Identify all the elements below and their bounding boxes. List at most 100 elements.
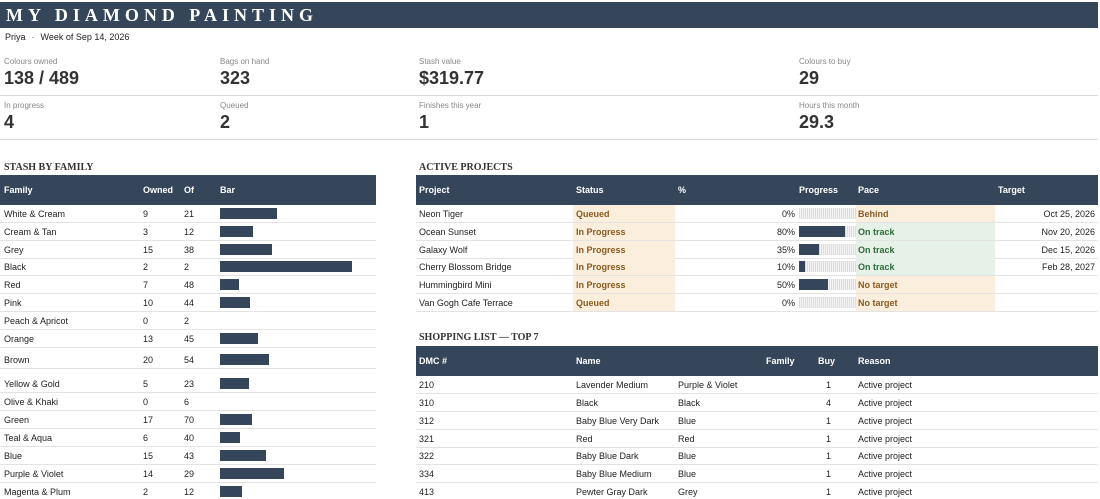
owned-ratio-bar	[220, 297, 250, 308]
of-cell: 2	[184, 262, 190, 272]
progress-bar	[799, 297, 856, 308]
table-row: 210 Lavender Medium Purple & Violet 1 Active…	[416, 376, 1098, 394]
col-dmc: DMC #	[419, 356, 448, 366]
target-date: Dec 15, 2026	[1041, 245, 1095, 255]
owned-cell: 9	[143, 209, 149, 219]
table-row: 321 Red Red 1 Active project	[416, 430, 1098, 448]
shopping-heading: SHOPPING LIST — TOP 7	[419, 332, 539, 343]
table-row: Cream & Tan 3 12	[0, 223, 376, 241]
owned-cell: 6	[143, 433, 149, 443]
target-date: Oct 25, 2026	[1043, 209, 1095, 219]
kpi-value: 4	[4, 112, 15, 132]
reason-cell: Active project	[858, 380, 913, 390]
family-cell: White & Cream	[4, 209, 66, 219]
kpi-value: 2	[220, 112, 231, 132]
col-family: Family	[4, 185, 33, 195]
owned-ratio-bar	[220, 432, 240, 443]
status-badge: Queued	[576, 209, 610, 219]
family-cell: Blue	[4, 451, 23, 461]
table-row: Black 2 2	[0, 258, 376, 276]
of-cell: 12	[184, 227, 195, 237]
projects-heading: ACTIVE PROJECTS	[419, 162, 513, 173]
owned-ratio-bar	[220, 226, 253, 237]
table-row: 334 Baby Blue Medium Blue 1 Active project	[416, 465, 1098, 483]
family-cell: Olive & Khaki	[4, 397, 59, 407]
owned-cell: 14	[143, 469, 154, 479]
owned-cell: 20	[143, 355, 154, 365]
progress-fill	[799, 279, 828, 290]
col-progress: Progress	[799, 185, 839, 195]
reason-cell: Active project	[858, 487, 913, 497]
percent-cell: 35%	[776, 245, 795, 255]
dmc-code: 322	[419, 451, 435, 461]
buy-qty: 1	[825, 416, 831, 426]
project-name: Hummingbird Mini	[419, 280, 492, 290]
owned-ratio-bar	[220, 279, 239, 290]
kpi-value: $319.77	[419, 68, 485, 88]
kpi-label: Bags on hand	[220, 57, 270, 66]
table-row: Blue 15 43	[0, 447, 376, 465]
of-cell: 29	[184, 469, 195, 479]
reason-cell: Active project	[858, 451, 913, 461]
buy-qty: 4	[825, 398, 831, 408]
kpi-label: In progress	[4, 101, 45, 110]
pace-badge: No target	[858, 298, 898, 308]
separator: ·	[31, 32, 35, 42]
family-cell: Purple & Violet	[4, 469, 64, 479]
percent-cell: 0%	[781, 209, 795, 219]
colour-name: Pewter Gray Dark	[576, 487, 648, 497]
family-cell: Teal & Aqua	[4, 433, 53, 443]
family-cell: Red	[678, 434, 695, 444]
owned-ratio-bar	[220, 450, 266, 461]
family-cell: Black	[4, 262, 27, 272]
percent-cell: 0%	[781, 298, 795, 308]
project-name: Cherry Blossom Bridge	[419, 262, 512, 272]
of-cell: 38	[184, 245, 195, 255]
dmc-code: 310	[419, 398, 435, 408]
table-row: Peach & Apricot 0 2	[0, 312, 376, 330]
of-cell: 40	[184, 433, 195, 443]
col-pct: %	[678, 185, 687, 195]
colour-name: Baby Blue Medium	[576, 469, 652, 479]
family-cell: Orange	[4, 334, 35, 344]
family-cell: Yellow & Gold	[4, 379, 60, 389]
buy-qty: 1	[825, 451, 831, 461]
colour-name: Black	[576, 398, 599, 408]
col-family: Family	[766, 356, 795, 366]
stash-heading: STASH BY FAMILY	[4, 162, 94, 173]
col-project: Project	[419, 185, 450, 195]
owned-cell: 2	[143, 487, 149, 497]
table-row: 413 Pewter Gray Dark Grey 1 Active project	[416, 483, 1098, 499]
dmc-code: 334	[419, 469, 435, 479]
table-row: Van Gogh Cafe Terrace Queued 0% No target	[416, 294, 1098, 312]
owned-cell: 0	[143, 316, 149, 326]
project-name: Galaxy Wolf	[419, 245, 468, 255]
owned-ratio-bar	[220, 261, 352, 272]
table-row: Red 7 48	[0, 276, 376, 294]
kpi-value: 29	[799, 68, 820, 88]
buy-qty: 1	[825, 487, 831, 497]
reason-cell: Active project	[858, 434, 913, 444]
percent-cell: 50%	[776, 280, 795, 290]
target-date: Nov 20, 2026	[1041, 227, 1095, 237]
colour-name: Lavender Medium	[576, 380, 649, 390]
family-cell: Purple & Violet	[678, 380, 738, 390]
dmc-code: 413	[419, 487, 435, 497]
kpi-label: Queued	[220, 101, 249, 110]
percent-cell: 10%	[776, 262, 795, 272]
owned-cell: 13	[143, 334, 154, 344]
pace-badge: On track	[858, 262, 895, 272]
dmc-code: 312	[419, 416, 435, 426]
buy-qty: 1	[825, 434, 831, 444]
status-badge: In Progress	[576, 280, 626, 290]
family-cell: Peach & Apricot	[4, 316, 69, 326]
pace-badge: On track	[858, 227, 895, 237]
reason-cell: Active project	[858, 398, 913, 408]
kpi-label: Colours to buy	[799, 57, 851, 66]
family-cell: Black	[678, 398, 701, 408]
owned-ratio-bar	[220, 244, 272, 255]
table-row: Hummingbird Mini In Progress 50% No target	[416, 276, 1098, 294]
family-cell: Blue	[678, 416, 697, 426]
owned-ratio-bar	[220, 333, 258, 344]
table-row: Yellow & Gold 5 23	[0, 375, 376, 393]
